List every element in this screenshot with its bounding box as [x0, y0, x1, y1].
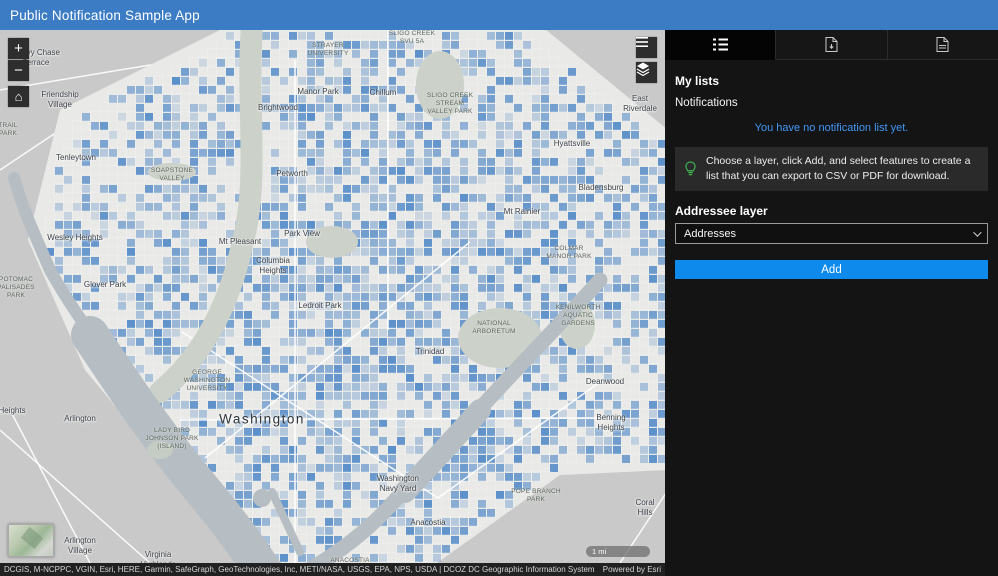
csv-file-icon — [825, 37, 838, 52]
zoom-out-button[interactable]: − — [8, 60, 29, 81]
tip-text: Choose a layer, click Add, and select fe… — [706, 154, 979, 184]
overview-map[interactable] — [8, 524, 54, 557]
pdf-file-icon — [936, 37, 949, 52]
app-title: Public Notification Sample App — [10, 8, 200, 23]
map-column: Chevy Chase TerraceFriendship VillageSTR… — [0, 30, 665, 576]
notifications-label: Notifications — [665, 88, 998, 109]
map-attribution: DCGIS, M-NCPPC, VGIN, Esri, HERE, Garmin… — [0, 563, 665, 576]
empty-list-message: You have no notification list yet. — [665, 109, 998, 134]
powered-by-esri: Powered by Esri — [603, 565, 661, 574]
my-lists-heading: My lists — [665, 60, 998, 88]
map-view[interactable]: Chevy Chase TerraceFriendship VillageSTR… — [0, 30, 665, 563]
tip-box: Choose a layer, click Add, and select fe… — [675, 147, 988, 191]
tab-export-pdf[interactable] — [888, 30, 998, 60]
lightbulb-icon — [684, 161, 697, 177]
map-canvas[interactable] — [0, 30, 665, 563]
attribution-text: DCGIS, M-NCPPC, VGIN, Esri, HERE, Garmin… — [4, 565, 595, 574]
selected-layer-value: Addresses — [684, 228, 736, 240]
app-header: Public Notification Sample App — [0, 0, 998, 30]
layers-button[interactable] — [636, 62, 657, 83]
menu-button[interactable] — [636, 37, 657, 58]
panel-tab-bar — [665, 30, 998, 60]
scale-bar: 1 mi — [586, 546, 650, 557]
chevron-down-icon — [973, 228, 981, 236]
addressee-layer-label: Addressee layer — [665, 191, 998, 223]
zoom-in-button[interactable]: + — [8, 38, 29, 59]
scale-label: 1 mi — [592, 547, 606, 556]
notification-list-icon — [713, 38, 728, 51]
tab-notification-lists[interactable] — [665, 30, 776, 60]
home-button[interactable]: ⌂ — [8, 86, 29, 107]
tab-export-csv[interactable] — [776, 30, 887, 60]
addressee-layer-select[interactable]: Addresses — [675, 223, 988, 244]
side-panel: My lists Notifications You have no notif… — [665, 30, 998, 576]
add-button[interactable]: Add — [675, 260, 988, 279]
